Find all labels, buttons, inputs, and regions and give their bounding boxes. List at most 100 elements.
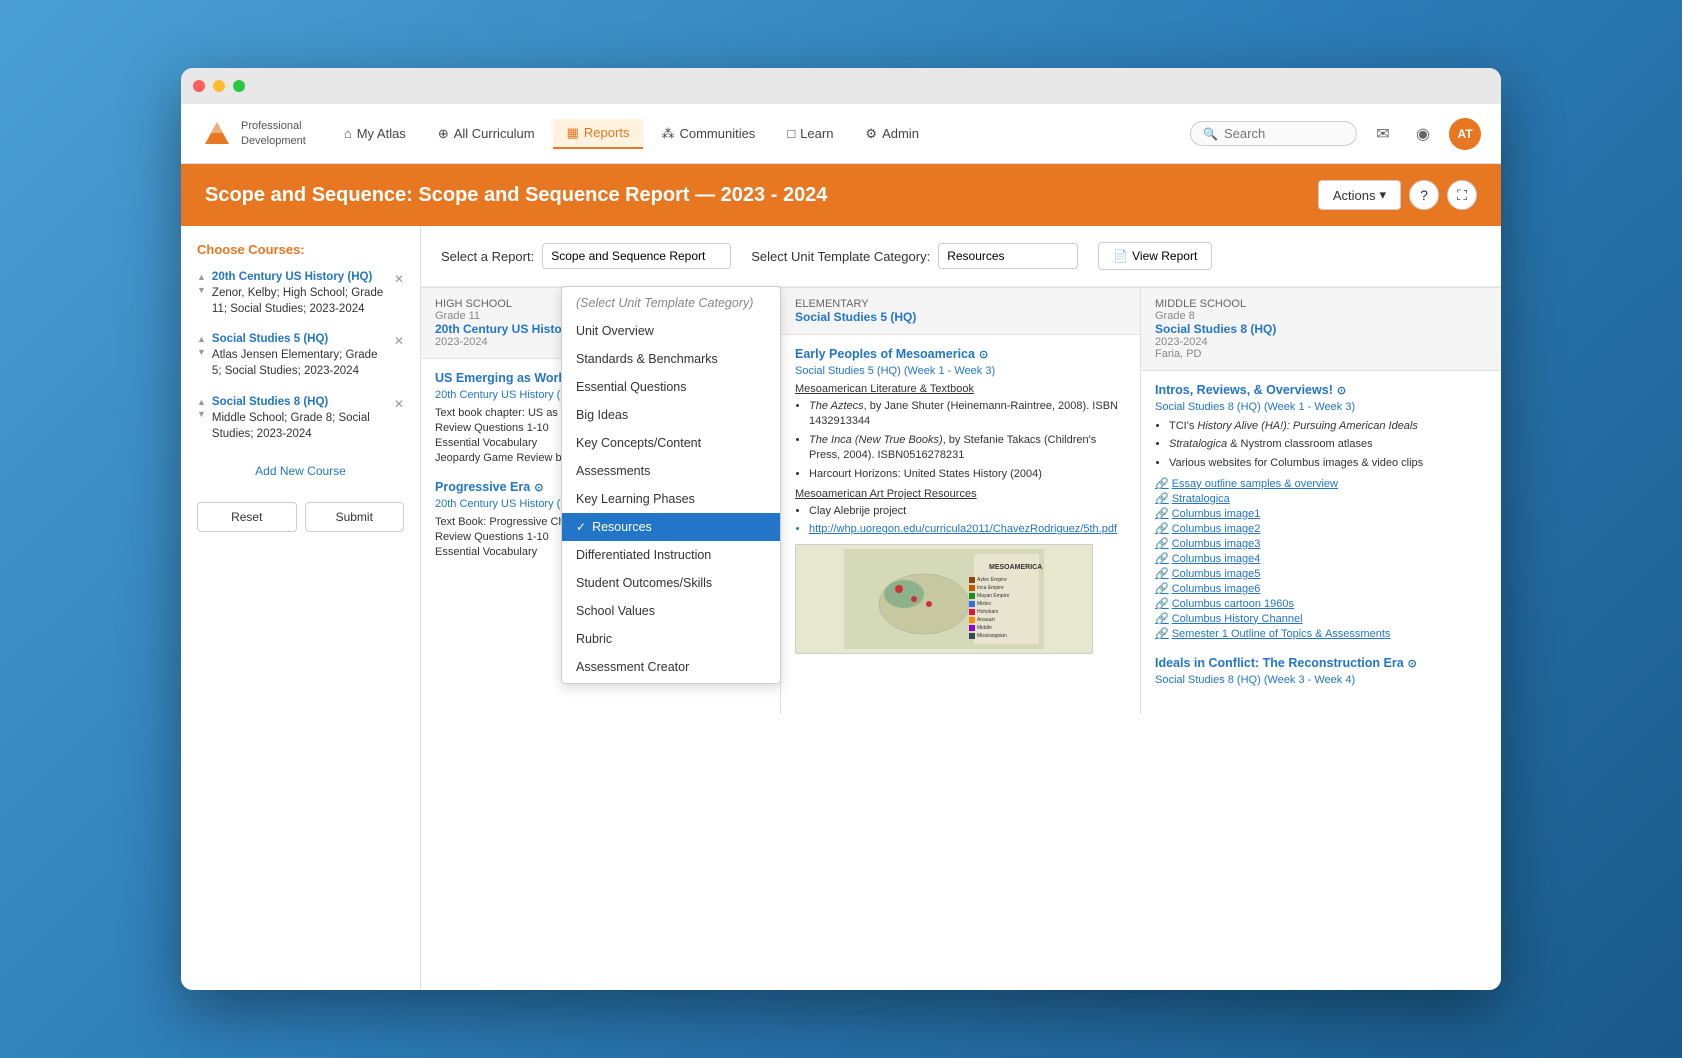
user-button[interactable]: ◉ [1409,120,1437,148]
link-columbus-6[interactable]: 🔗Columbus image6 [1155,582,1487,595]
link-stratalogica[interactable]: 🔗Stratalogica [1155,492,1487,505]
map-svg: MESOAMERICA Aztec Empire Inca Empire May… [844,549,1044,649]
collapse-icon-el-1[interactable]: ⊙ [979,348,988,361]
reset-button[interactable]: Reset [197,502,297,532]
collapse-icon-hs-2[interactable]: ⊙ [534,481,543,494]
dropdown-key-learning[interactable]: Key Learning Phases [562,485,780,513]
category-dropdown[interactable]: (Select Unit Template Category) Unit Ove… [561,286,781,684]
meso-lit-list: The Aztecs, by Jane Shuter (Heinemann-Ra… [809,399,1126,482]
link-columbus-channel[interactable]: 🔗Columbus History Channel [1155,612,1487,625]
main-content: Choose Courses: ▲▼ 20th Century US Histo… [181,226,1501,990]
subhead-meso-art: Mesoamerican Art Project Resources [795,488,1126,500]
svg-text:Mississippian: Mississippian [977,633,1007,639]
report-area: Select a Report: Scope and Sequence Repo… [421,226,1501,990]
unit-weeks-ms-2: Social Studies 8 (HQ) (Week 3 - Week 4) [1155,674,1487,686]
svg-text:Hohokam: Hohokam [977,609,998,615]
nav-communities[interactable]: ⁂ Communities [647,120,769,148]
link-columbus-4[interactable]: 🔗Columbus image4 [1155,552,1487,565]
dropdown-key-concepts[interactable]: Key Concepts/Content [562,429,780,457]
submit-button[interactable]: Submit [305,502,405,532]
dropdown-unit-overview[interactable]: Unit Overview [562,317,780,345]
link-columbus-5[interactable]: 🔗Columbus image5 [1155,567,1487,580]
dropdown-rubric[interactable]: Rubric [562,625,780,653]
course-item-3: ▲▼ Social Studies 8 (HQ) Middle School; … [197,394,404,442]
collapse-icon-ms-1[interactable]: ⊙ [1337,384,1346,397]
unit-section-ms-2: Ideals in Conflict: The Reconstruction E… [1155,656,1487,686]
course-reorder-1[interactable]: ▲▼ [197,271,206,296]
dropdown-resources[interactable]: ✓ Resources [562,513,780,541]
dropdown-school-values[interactable]: School Values [562,597,780,625]
report-select[interactable]: Scope and Sequence Report Standards Repo… [542,243,731,269]
close-dot[interactable] [193,80,205,92]
svg-text:Aztec Empire: Aztec Empire [977,577,1007,583]
dropdown-differentiated[interactable]: Differentiated Instruction [562,541,780,569]
help-button[interactable]: ? [1409,180,1439,210]
col-header-2: Elementary Social Studies 5 (HQ) [781,288,1140,335]
meso-art-list: Clay Alebrije project http://whp.uoregon… [809,504,1126,538]
dropdown-item-placeholder: (Select Unit Template Category) [562,289,780,317]
file-icon: 📄 [1113,249,1128,263]
select-report-group: Select a Report: Scope and Sequence Repo… [441,243,731,269]
remove-course-3[interactable]: ✕ [394,396,404,413]
logo: Professional Development [201,118,306,150]
search-box[interactable]: 🔍 [1190,121,1357,146]
minimize-dot[interactable] [213,80,225,92]
col-header-3: Middle School Grade 8 Social Studies 8 (… [1141,288,1501,371]
actions-button[interactable]: Actions ▾ [1318,180,1401,210]
unit-title-ms-1[interactable]: Intros, Reviews, & Overviews! ⊙ [1155,383,1487,397]
search-icon: 🔍 [1203,127,1218,141]
dropdown-essential-questions[interactable]: Essential Questions [562,373,780,401]
nav-right: 🔍 ✉ ◉ AT [1190,118,1481,150]
link-semester-outline[interactable]: 🔗Semester 1 Outline of Topics & Assessme… [1155,627,1487,640]
dropdown-student-outcomes[interactable]: Student Outcomes/Skills [562,569,780,597]
link-columbus-1[interactable]: 🔗Columbus image1 [1155,507,1487,520]
link-icon: 🔗 [1155,582,1169,595]
house-icon: ⌂ [344,126,352,141]
nav-reports[interactable]: ▦ Reports [553,119,644,149]
chevron-down-icon: ▾ [1379,187,1386,203]
app-window: Professional Development ⌂ My Atlas ⊕ Al… [181,68,1501,990]
chart-icon: ▦ [567,125,579,141]
avatar[interactable]: AT [1449,118,1481,150]
view-report-button[interactable]: 📄 View Report [1098,242,1212,270]
dropdown-standards[interactable]: Standards & Benchmarks [562,345,780,373]
course-item-2: ▲▼ Social Studies 5 (HQ) Atlas Jensen El… [197,331,404,379]
maximize-dot[interactable] [233,80,245,92]
search-input[interactable] [1224,126,1344,141]
nav-brand: Professional Development [241,119,306,148]
dropdown-assessment-creator[interactable]: Assessment Creator [562,653,780,681]
nav-my-atlas[interactable]: ⌂ My Atlas [330,120,420,147]
unit-title-ms-2[interactable]: Ideals in Conflict: The Reconstruction E… [1155,656,1487,670]
course-item-1: ▲▼ 20th Century US History (HQ) Zenor, K… [197,269,404,317]
add-course-button[interactable]: Add New Course [197,456,404,486]
fullscreen-button[interactable]: ⛶ [1447,180,1477,210]
svg-text:Inca Empire: Inca Empire [977,585,1004,591]
category-select[interactable]: Resources [938,243,1078,269]
report-controls: Select a Report: Scope and Sequence Repo… [421,226,1501,287]
link-columbus-cartoon[interactable]: 🔗Columbus cartoon 1960s [1155,597,1487,610]
unit-section-el-1: Early Peoples of Mesoamerica ⊙ Social St… [795,347,1126,654]
remove-course-2[interactable]: ✕ [394,333,404,350]
link-columbus-2[interactable]: 🔗Columbus image2 [1155,522,1487,535]
unit-title-el-1[interactable]: Early Peoples of Mesoamerica ⊙ [795,347,1126,361]
dropdown-big-ideas[interactable]: Big Ideas [562,401,780,429]
course-reorder-3[interactable]: ▲▼ [197,396,206,421]
link-essay-outline[interactable]: 🔗Essay outline samples & overview [1155,477,1487,490]
title-bar [181,68,1501,104]
collapse-icon-ms-2[interactable]: ⊙ [1408,657,1417,670]
globe-icon: ⊕ [438,126,449,142]
mail-button[interactable]: ✉ [1369,120,1397,148]
svg-text:Mixtec: Mixtec [977,601,992,607]
svg-text:Middle: Middle [977,625,992,631]
nav-learn[interactable]: □ Learn [773,120,847,147]
remove-course-1[interactable]: ✕ [394,271,404,288]
dropdown-assessments[interactable]: Assessments [562,457,780,485]
nav-admin[interactable]: ⚙ Admin [851,120,933,148]
select-category-group: Select Unit Template Category: Resources [751,243,1078,269]
subhead-meso-lit: Mesoamerican Literature & Textbook [795,383,1126,395]
link-icon: 🔗 [1155,627,1169,640]
course-reorder-2[interactable]: ▲▼ [197,333,206,358]
book-icon: □ [787,126,795,141]
link-columbus-3[interactable]: 🔗Columbus image3 [1155,537,1487,550]
nav-all-curriculum[interactable]: ⊕ All Curriculum [424,120,549,148]
